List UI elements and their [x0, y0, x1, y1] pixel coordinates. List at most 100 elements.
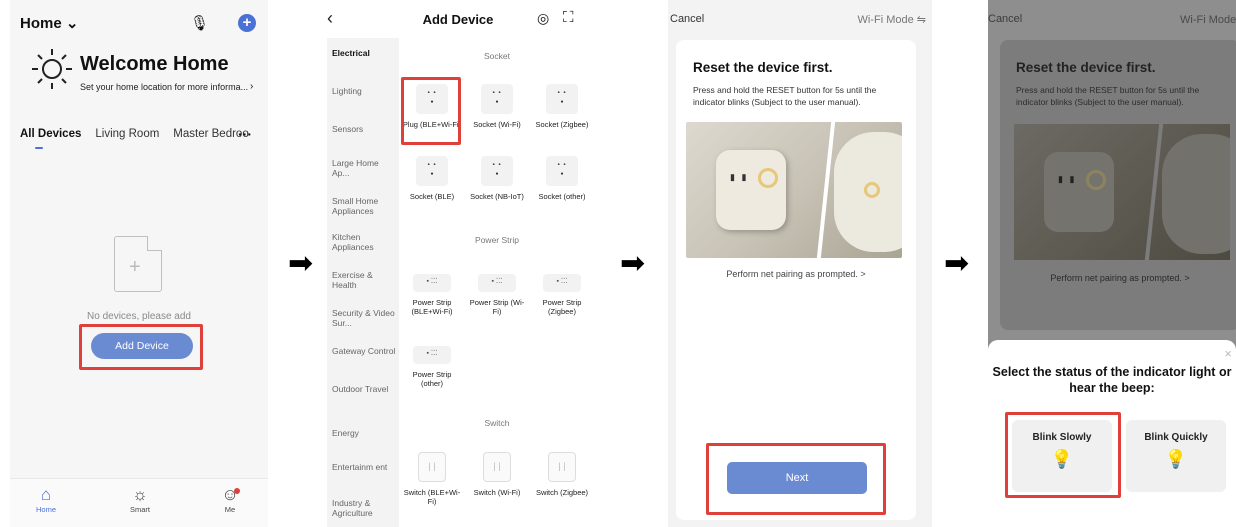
reset-description: Press and hold the RESET button for 5s u…	[693, 85, 877, 107]
nav-me-label: Me	[224, 505, 236, 514]
indicator-status-screen: Cancel Wi-Fi Mode ⇋ Reset the device fir…	[988, 0, 1236, 527]
location-hint[interactable]: Set your home location for more informa.…	[80, 82, 248, 92]
chevron-right-icon[interactable]: ›	[250, 81, 253, 92]
device-socket-wifi[interactable]: Socket (Wi-Fi)	[467, 84, 527, 129]
pairing-link[interactable]: Perform net pairing as prompted. >	[676, 269, 916, 279]
photo-divider	[816, 122, 836, 258]
category-gateway[interactable]: Gateway Control	[332, 346, 396, 356]
device-label: Switch (Wi-Fi)	[473, 488, 521, 497]
category-exercise[interactable]: Exercise & Health	[332, 270, 396, 290]
cancel-button[interactable]: Cancel	[670, 13, 704, 25]
more-icon[interactable]: ···	[238, 126, 252, 142]
power-strip-icon	[543, 274, 581, 292]
switch-icon	[418, 452, 446, 482]
category-electrical[interactable]: Electrical	[332, 48, 396, 58]
instruction-card: Reset the device first. Press and hold t…	[1000, 40, 1236, 330]
category-lighting[interactable]: Lighting	[332, 86, 396, 96]
pairing-link[interactable]: Perform net pairing as prompted. >	[1000, 273, 1236, 283]
device-strip-wifi[interactable]: Power Strip (Wi-Fi)	[467, 268, 527, 316]
add-device-screen: ‹ Add Device ◎ ⛶ Electrical Lighting Sen…	[327, 0, 589, 527]
blink-quickly-option[interactable]: Blink Quickly 💡	[1126, 420, 1226, 492]
home-screen: Home ⌄ 🎙 + Welcome Home Set your home lo…	[10, 0, 268, 527]
welcome-title: Welcome Home	[80, 53, 229, 75]
socket-icon	[416, 84, 448, 114]
indicator-prompt: Select the status of the indicator light…	[992, 365, 1232, 395]
add-icon[interactable]: +	[238, 14, 256, 32]
plus-icon: +	[129, 256, 141, 278]
section-socket: Socket	[484, 51, 510, 61]
nav-smart-label: Smart	[129, 505, 150, 514]
nav-home[interactable]: ⌂ Home	[16, 485, 76, 514]
reset-screen: Cancel Wi-Fi Mode ⇋ Reset the device fir…	[668, 0, 932, 527]
light-bulb-icon: 💡	[1164, 449, 1188, 469]
device-switch-zigbee[interactable]: Switch (Zigbee)	[532, 452, 589, 497]
next-button[interactable]: Next	[727, 462, 867, 494]
option-label: Blink Slowly	[1032, 432, 1092, 443]
power-strip-icon	[478, 274, 516, 292]
option-label: Blink Quickly	[1144, 432, 1208, 443]
device-photo	[686, 122, 902, 258]
wifi-mode-toggle[interactable]: Wi-Fi Mode ⇋	[1180, 13, 1236, 26]
category-sensors[interactable]: Sensors	[332, 124, 396, 134]
cancel-button[interactable]: Cancel	[988, 13, 1022, 25]
home-selector[interactable]: Home ⌄	[20, 14, 78, 32]
notification-badge	[234, 488, 240, 494]
device-photo	[1014, 124, 1230, 260]
device-strip-other[interactable]: Power Strip (other)	[402, 340, 462, 388]
microphone-icon[interactable]: 🎙	[190, 14, 209, 32]
bottom-nav: ⌂ Home ☼ Smart ☺ Me	[10, 478, 268, 527]
wifi-mode-toggle[interactable]: Wi-Fi Mode ⇋	[858, 13, 927, 26]
arrow-right-icon: ➡	[944, 246, 970, 281]
photo-divider	[1144, 124, 1164, 260]
device-strip-zigbee[interactable]: Power Strip (Zigbee)	[532, 268, 589, 316]
active-tab-indicator	[35, 147, 43, 149]
qr-scan-icon[interactable]: ⛶	[563, 9, 574, 26]
reset-title: Reset the device first.	[693, 60, 833, 75]
device-switch-ble-wifi[interactable]: Switch (BLE+Wi-Fi)	[402, 452, 462, 506]
switch-icon	[483, 452, 511, 482]
nav-smart[interactable]: ☼ Smart	[110, 485, 170, 514]
category-kitchen[interactable]: Kitchen Appliances	[332, 232, 396, 252]
device-label: Socket (Zigbee)	[535, 120, 589, 129]
power-strip-icon	[413, 346, 451, 364]
device-label: Socket (BLE)	[409, 192, 455, 201]
page-title: Add Device	[422, 12, 494, 27]
plug-side-illustration	[1162, 134, 1230, 254]
category-energy[interactable]: Energy	[332, 428, 396, 438]
nav-me[interactable]: ☺ Me	[200, 485, 260, 514]
socket-icon	[416, 156, 448, 186]
tab-living-room[interactable]: Living Room	[95, 128, 159, 140]
category-large-home[interactable]: Large Home Ap...	[332, 158, 396, 178]
device-label: Power Strip (Zigbee)	[542, 298, 582, 316]
indicator-ring	[758, 168, 778, 188]
device-socket-other[interactable]: Socket (other)	[532, 156, 589, 201]
plug-illustration	[716, 150, 786, 230]
blink-slowly-option[interactable]: Blink Slowly 💡	[1012, 420, 1112, 492]
tab-all-devices[interactable]: All Devices	[20, 128, 81, 140]
scan-area-icon[interactable]: ◎	[537, 10, 549, 27]
light-bulb-icon: 💡	[1050, 449, 1074, 469]
device-label: Power Strip (Wi-Fi)	[469, 298, 525, 316]
category-entertainment[interactable]: Entertainm ent	[332, 462, 396, 472]
category-outdoor[interactable]: Outdoor Travel	[332, 384, 396, 394]
add-device-button[interactable]: Add Device	[91, 333, 193, 359]
device-plug-ble-wifi[interactable]: Plug (BLE+Wi-Fi)	[402, 84, 462, 129]
section-power-strip: Power Strip	[475, 235, 519, 245]
device-switch-wifi[interactable]: Switch (Wi-Fi)	[467, 452, 527, 497]
bottom-sheet: × Select the status of the indicator lig…	[988, 340, 1236, 527]
device-socket-zigbee[interactable]: Socket (Zigbee)	[532, 84, 589, 129]
device-socket-ble[interactable]: Socket (BLE)	[402, 156, 462, 201]
switch-icon	[548, 452, 576, 482]
device-strip-ble-wifi[interactable]: Power Strip (BLE+Wi-Fi)	[402, 268, 462, 316]
close-icon[interactable]: ×	[1224, 346, 1232, 361]
sun-icon: ☼	[132, 485, 148, 504]
arrow-right-icon: ➡	[620, 246, 646, 281]
category-security[interactable]: Security & Video Sur...	[332, 308, 396, 328]
device-label: Switch (Zigbee)	[535, 488, 589, 497]
reset-description: Press and hold the RESET button for 5s u…	[1016, 85, 1200, 107]
socket-icon	[546, 156, 578, 186]
device-socket-nbiot[interactable]: Socket (NB-IoT)	[467, 156, 527, 201]
category-industry[interactable]: Industry & Agriculture	[332, 498, 396, 518]
category-small-home[interactable]: Small Home Appliances	[332, 196, 396, 216]
nav-home-label: Home	[35, 505, 56, 514]
